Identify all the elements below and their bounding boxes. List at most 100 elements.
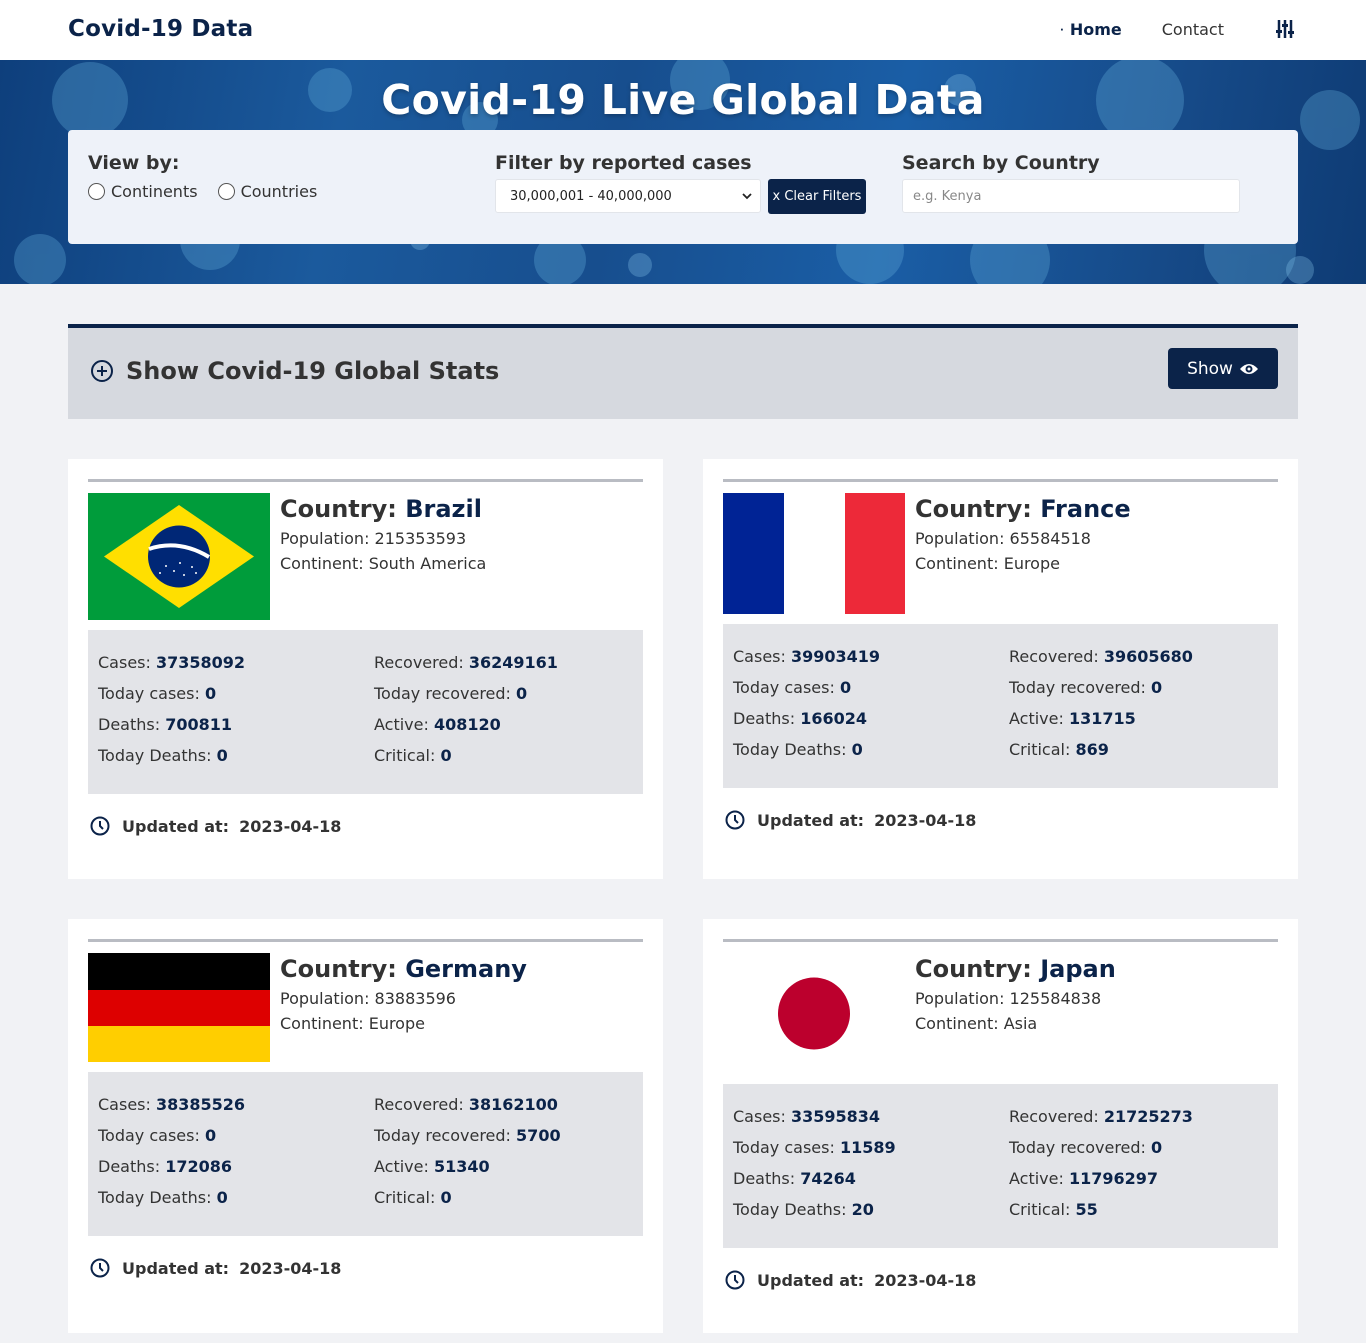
- recovered-stat: Recovered: 21725273: [1009, 1107, 1193, 1126]
- clock-icon: [725, 810, 745, 830]
- stat-label: Critical:: [374, 746, 436, 765]
- critical-stat: Critical: 0: [374, 746, 452, 765]
- stats-box: Cases: 33595834 Today cases: 11589 Death…: [723, 1084, 1278, 1248]
- population-line: Population: 215353593: [280, 529, 486, 548]
- country-heading: Country: Brazil: [280, 495, 486, 523]
- stat-label: Recovered:: [1009, 1107, 1099, 1126]
- population-value: 125584838: [1009, 989, 1102, 1008]
- clock-icon: [725, 1270, 745, 1290]
- cases-stat: Cases: 37358092: [98, 653, 245, 672]
- stat-value: 0: [440, 1188, 452, 1207]
- continent-line: Continent: Europe: [280, 1014, 527, 1033]
- population-label: Population:: [280, 989, 370, 1008]
- country-card-germany: Country: Germany Population: 83883596 Co…: [68, 919, 663, 1333]
- stat-value: 0: [851, 740, 863, 759]
- stat-value: 38385526: [155, 1095, 246, 1114]
- clock-icon: [90, 816, 110, 836]
- continent-label: Continent:: [915, 554, 999, 573]
- today-deaths-stat: Today Deaths: 0: [733, 740, 863, 759]
- today-cases-stat: Today cases: 0: [98, 1126, 216, 1145]
- recovered-stat: Recovered: 36249161: [374, 653, 558, 672]
- stat-value: 11589: [839, 1138, 896, 1157]
- stats-box: Cases: 39903419 Today cases: 0 Deaths: 1…: [723, 624, 1278, 788]
- country-label: Country:: [915, 495, 1032, 523]
- updated-label: Updated at:: [757, 810, 865, 830]
- stat-value: 55: [1075, 1200, 1098, 1219]
- filter-panel: View by: Continents Countries Filter by …: [68, 130, 1298, 244]
- today-cases-stat: Today cases: 0: [733, 678, 851, 697]
- continent-line: Continent: Asia: [915, 1014, 1116, 1033]
- deaths-stat: Deaths: 700811: [98, 715, 232, 734]
- card-divider: [723, 939, 1278, 942]
- stat-label: Cases:: [98, 653, 151, 672]
- stat-value: 0: [1151, 1138, 1163, 1157]
- population-line: Population: 125584838: [915, 989, 1116, 1008]
- stat-label: Today recovered:: [374, 1126, 511, 1145]
- deaths-stat: Deaths: 74264: [733, 1169, 856, 1188]
- stat-value: 0: [516, 684, 528, 703]
- stats-box: Cases: 38385526 Today cases: 0 Deaths: 1…: [88, 1072, 643, 1236]
- radio-countries[interactable]: Countries: [217, 182, 318, 201]
- hero-title: Covid-19 Live Global Data: [381, 76, 985, 124]
- radio-continents[interactable]: Continents: [88, 182, 198, 201]
- continent-value: Asia: [1003, 1014, 1038, 1033]
- stat-label: Deaths:: [733, 709, 796, 728]
- updated-date: 2023-04-18: [874, 810, 977, 830]
- today-deaths-stat: Today Deaths: 20: [733, 1200, 874, 1219]
- stat-value: 172086: [165, 1157, 232, 1176]
- plus-circle-icon[interactable]: [90, 359, 114, 383]
- radio-circle-icon: [217, 183, 235, 200]
- stat-label: Active:: [374, 715, 429, 734]
- cases-filter-select[interactable]: 30,000,001 - 40,000,000: [495, 179, 761, 213]
- show-global-stats-button[interactable]: Show: [1168, 348, 1278, 389]
- country-search-input[interactable]: [902, 179, 1240, 213]
- stat-label: Cases:: [733, 1107, 786, 1126]
- today-recovered-stat: Today recovered: 5700: [374, 1126, 561, 1145]
- stat-label: Today cases:: [98, 1126, 200, 1145]
- clock-icon: [90, 1258, 110, 1278]
- brand-logo[interactable]: Covid-19 Data: [68, 16, 253, 42]
- today-deaths-stat: Today Deaths: 0: [98, 746, 228, 765]
- card-divider: [723, 479, 1278, 482]
- stat-label: Today cases:: [98, 684, 200, 703]
- continent-label: Continent:: [280, 1014, 364, 1033]
- stat-label: Today cases:: [733, 678, 835, 697]
- radio-countries-label: Countries: [240, 182, 318, 201]
- stat-value: 0: [216, 1188, 228, 1207]
- continent-value: Europe: [1003, 554, 1060, 573]
- nav-home-link[interactable]: · Home: [1060, 20, 1122, 39]
- card-divider: [88, 479, 643, 482]
- country-card-brazil: Country: Brazil Population: 215353593 Co…: [68, 459, 663, 879]
- cases-stat: Cases: 38385526: [98, 1095, 245, 1114]
- global-stats-title: Show Covid-19 Global Stats: [126, 357, 500, 385]
- clear-filters-button[interactable]: x Clear Filters: [768, 179, 866, 214]
- critical-stat: Critical: 869: [1009, 740, 1109, 759]
- updated-date: 2023-04-18: [239, 816, 342, 836]
- continent-label: Continent:: [280, 554, 364, 573]
- country-heading: Country: France: [915, 495, 1131, 523]
- country-name: France: [1040, 495, 1131, 523]
- active-dot-icon: ·: [1060, 24, 1064, 36]
- stat-label: Deaths:: [733, 1169, 796, 1188]
- stat-value: 0: [440, 746, 452, 765]
- stat-label: Critical:: [374, 1188, 436, 1207]
- stat-value: 39605680: [1103, 647, 1193, 666]
- search-label: Search by Country: [902, 152, 1100, 174]
- nav-contact-link[interactable]: Contact: [1162, 20, 1224, 39]
- country-card-japan: Country: Japan Population: 125584838 Con…: [703, 919, 1298, 1333]
- stat-value: 408120: [433, 715, 501, 734]
- brazil-flag-image: [88, 493, 270, 620]
- stat-label: Active:: [374, 1157, 429, 1176]
- view-by-radio-group: Continents Countries: [88, 182, 337, 201]
- stat-value: 0: [204, 684, 217, 703]
- stat-label: Today recovered:: [374, 684, 511, 703]
- population-label: Population:: [915, 989, 1005, 1008]
- today-recovered-stat: Today recovered: 0: [374, 684, 527, 703]
- view-by-label: View by:: [88, 152, 180, 174]
- show-button-label: Show: [1187, 358, 1233, 379]
- radio-continents-label: Continents: [111, 182, 198, 201]
- country-info: Country: Brazil Population: 215353593 Co…: [280, 495, 486, 573]
- sliders-icon[interactable]: [1274, 18, 1296, 40]
- stat-label: Recovered:: [374, 653, 464, 672]
- radio-circle-icon: [88, 183, 105, 200]
